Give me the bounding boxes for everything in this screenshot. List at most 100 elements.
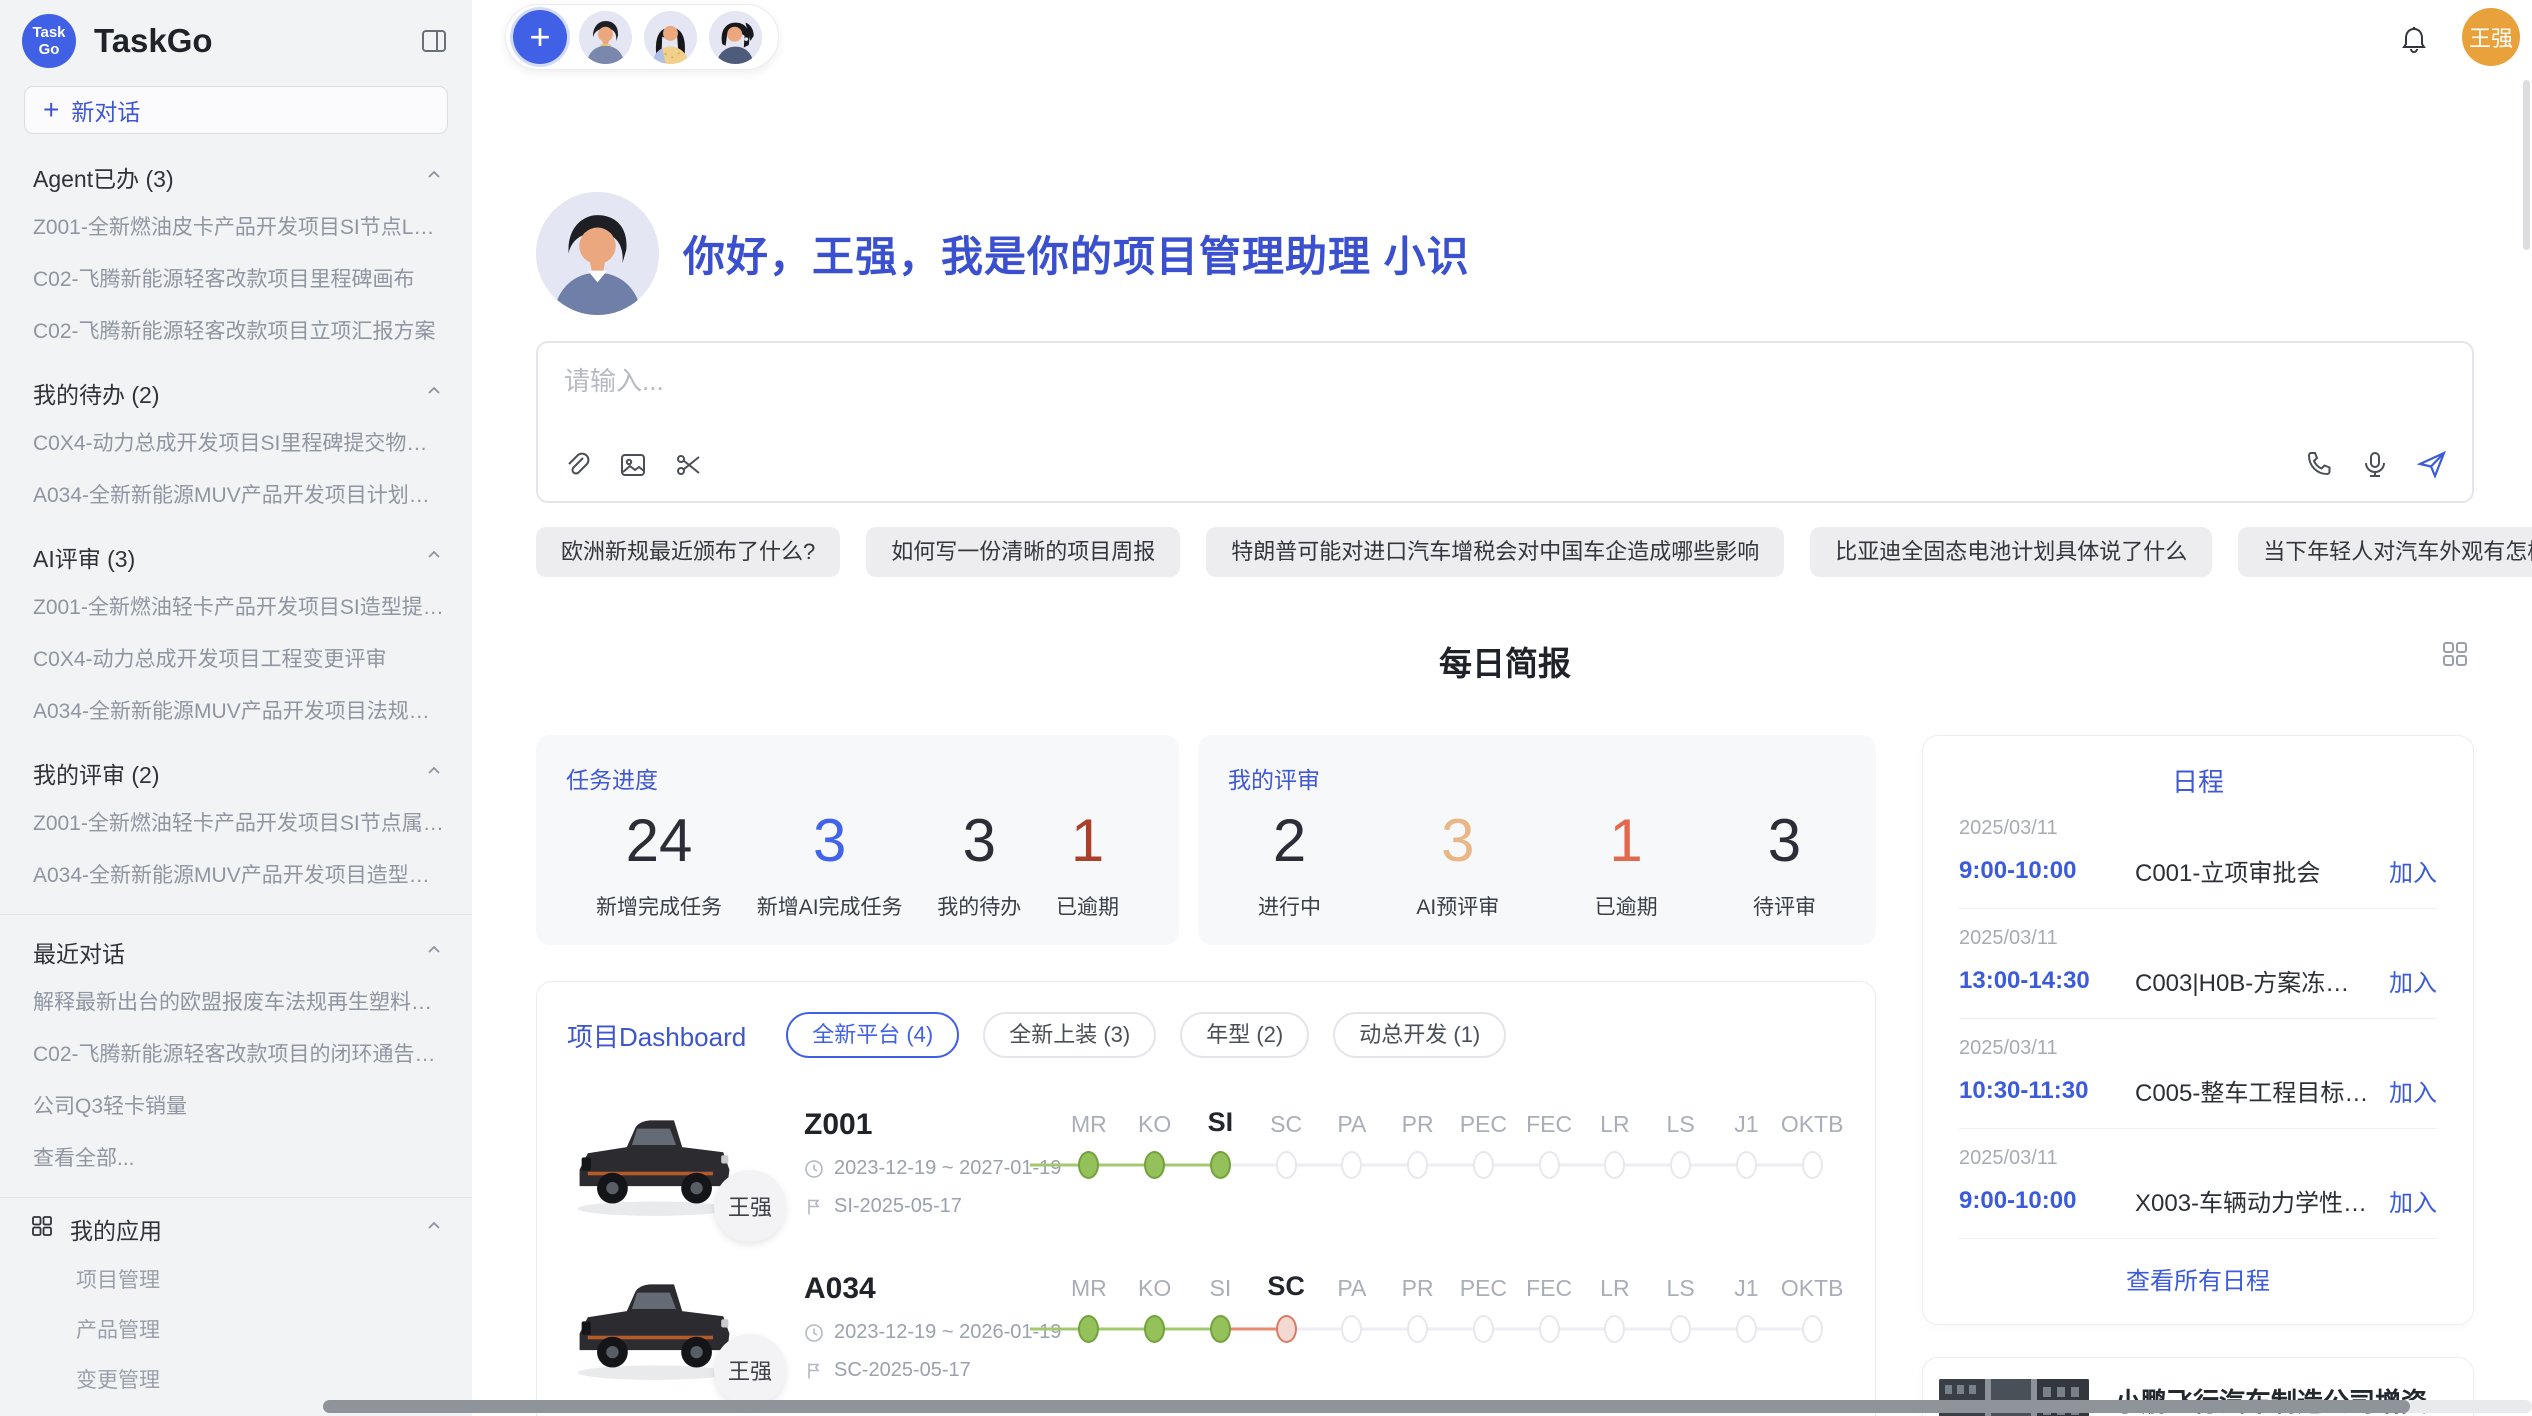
my-app-item[interactable]: 项目管理: [0, 1254, 472, 1304]
horizontal-scrollbar-track[interactable]: [323, 1400, 2532, 1413]
vertical-scrollbar[interactable]: [2523, 80, 2530, 250]
my-app-item[interactable]: 产品管理: [0, 1304, 472, 1354]
filter-pill[interactable]: 全新上装 (3): [983, 1012, 1156, 1058]
sidebar-task-item[interactable]: A034-全新新能源MUV产品开发项目法规符合性评审: [0, 684, 472, 736]
sidebar-section-header[interactable]: 我的待办 (2): [0, 356, 472, 416]
recent-conversation-item[interactable]: 公司Q3轻卡销量: [0, 1079, 472, 1131]
project-info: A0342023-12-19 ~ 2026-01-19SC-2025-05-17: [804, 1268, 1056, 1382]
add-agent-button[interactable]: +: [513, 10, 567, 64]
send-icon[interactable]: [2416, 448, 2448, 485]
schedule-date: 2025/03/11: [1959, 815, 2437, 841]
join-meeting-link[interactable]: 加入: [2389, 1183, 2437, 1218]
join-meeting-link[interactable]: 加入: [2389, 963, 2437, 998]
briefing-header: 每日简报: [536, 637, 2474, 685]
project-flag: SC-2025-05-17: [804, 1359, 1056, 1382]
stat-columns: 2进行中3AI预评审1已逾期3待评审: [1228, 803, 1846, 921]
chevron-up-icon[interactable]: [422, 759, 446, 788]
sidebar-section-header[interactable]: 我的评审 (2): [0, 736, 472, 796]
chevron-up-icon[interactable]: [422, 1214, 446, 1244]
attachment-icon[interactable]: [562, 450, 592, 485]
collapse-sidebar-icon[interactable]: [416, 23, 452, 59]
user-avatar[interactable]: 王强: [2462, 8, 2520, 66]
recent-header[interactable]: 最近对话: [0, 915, 472, 975]
view-all-link[interactable]: 查看全部...: [0, 1131, 472, 1183]
sidebar-task-item[interactable]: C02-飞腾新能源轻客改款项目里程碑画布: [0, 252, 472, 304]
sidebar-section-header[interactable]: AI评审 (3): [0, 520, 472, 580]
recent-conversation-item[interactable]: 解释最新出台的欧盟报废车法规再生塑料比例被调至15%...: [0, 975, 472, 1027]
suggestion-chips: 欧洲新规最近颁布了什么? 如何写一份清晰的项目周报特朗普可能对进口汽车增税会对中国…: [536, 527, 2474, 577]
my-app-item[interactable]: 变更管理: [0, 1354, 472, 1404]
project-owner-badge[interactable]: 王强: [714, 1334, 786, 1406]
milestone-dot: [1539, 1315, 1560, 1343]
filter-pill[interactable]: 全新平台 (4): [786, 1012, 959, 1058]
assistant-avatar: [536, 192, 659, 315]
milestone-label: PA: [1337, 1270, 1366, 1312]
stat-label: 已逾期: [1056, 891, 1119, 921]
milestone: LR: [1582, 1270, 1648, 1346]
milestone-dot: [1078, 1315, 1099, 1343]
milestone-track: MRKOSISCPAPRPECFECLRLSJ1OKTB: [1056, 1106, 1845, 1182]
milestone-label: OKTB: [1781, 1106, 1844, 1148]
chevron-up-icon[interactable]: [422, 163, 446, 192]
milestone-label: PR: [1402, 1270, 1434, 1312]
sidebar-task-item[interactable]: A034-全新新能源MUV产品开发项目造型可行性评审: [0, 848, 472, 900]
sidebar-task-item[interactable]: C0X4-动力总成开发项目SI里程碑提交物检查: [0, 416, 472, 468]
milestone-dot: [1210, 1151, 1231, 1179]
microphone-icon[interactable]: [2360, 449, 2390, 484]
sidebar-task-item[interactable]: A034-全新新能源MUV产品开发项目计划变更表编写: [0, 468, 472, 520]
milestone-label: PR: [1402, 1106, 1434, 1148]
milestone: PA: [1319, 1270, 1385, 1346]
sidebar-item-my-apps[interactable]: 我的应用: [0, 1198, 472, 1254]
stat-label: AI预评审: [1416, 891, 1499, 921]
stat-item: 1已逾期: [1595, 803, 1658, 921]
logo-text-top: Task: [32, 24, 65, 41]
avatar[interactable]: [709, 11, 762, 64]
left-column: 任务进度24新增完成任务3新增AI完成任务3我的待办1已逾期我的评审2进行中3A…: [536, 735, 1876, 1416]
phone-icon[interactable]: [2304, 449, 2334, 484]
app-logo: Task Go: [22, 14, 76, 68]
sidebar-task-item[interactable]: Z001-全新燃油皮卡产品开发项目SI节点Lesson Learn报告: [0, 200, 472, 252]
image-icon[interactable]: [618, 450, 648, 485]
layout-grid-icon[interactable]: [2440, 639, 2470, 674]
chat-input[interactable]: [564, 361, 2446, 437]
join-meeting-link[interactable]: 加入: [2389, 1073, 2437, 1108]
filter-pill[interactable]: 动总开发 (1): [1333, 1012, 1506, 1058]
suggestion-chip[interactable]: 欧洲新规最近颁布了什么?: [536, 527, 840, 577]
avatar[interactable]: [579, 11, 632, 64]
stats-cards: 任务进度24新增完成任务3新增AI完成任务3我的待办1已逾期我的评审2进行中3A…: [536, 735, 1876, 945]
milestone: LS: [1648, 1270, 1714, 1346]
horizontal-scrollbar-thumb[interactable]: [323, 1400, 2410, 1413]
suggestion-chip[interactable]: 比亚迪全固态电池计划具体说了什么: [1810, 527, 2212, 577]
schedule-row: 13:00-14:30C003|H0B-方案冻结评审加入: [1959, 963, 2437, 998]
stat-item: 3我的待办: [937, 803, 1021, 921]
sidebar-task-item[interactable]: C0X4-动力总成开发项目工程变更评审: [0, 632, 472, 684]
suggestion-chip[interactable]: 特朗普可能对进口汽车增税会对中国车企造成哪些影响: [1206, 527, 1784, 577]
milestone-dot: [1736, 1315, 1757, 1343]
sidebar-section-header[interactable]: Agent已办 (3): [0, 140, 472, 200]
schedule-row: 9:00-10:00X003-车辆动力学性能验...加入: [1959, 1183, 2437, 1218]
sidebar-task-item[interactable]: Z001-全新燃油轻卡产品开发项目SI节点属性5D文件评审: [0, 796, 472, 848]
new-chat-button[interactable]: + 新对话: [24, 86, 448, 134]
chevron-up-icon[interactable]: [422, 938, 446, 967]
milestone-dot: [1736, 1151, 1757, 1179]
avatar[interactable]: [644, 11, 697, 64]
chevron-up-icon[interactable]: [422, 379, 446, 408]
suggestion-chip[interactable]: 如何写一份清晰的项目周报: [866, 527, 1180, 577]
project-owner-badge[interactable]: 王强: [714, 1170, 786, 1242]
new-chat-label: 新对话: [71, 93, 140, 127]
filter-pill[interactable]: 年型 (2): [1180, 1012, 1309, 1058]
join-meeting-link[interactable]: 加入: [2389, 853, 2437, 888]
section-title: AI评审 (3): [33, 540, 422, 574]
milestone-label: J1: [1734, 1106, 1758, 1148]
sidebar-task-item[interactable]: C02-飞腾新能源轻客改款项目立项汇报方案: [0, 304, 472, 356]
suggestion-chip[interactable]: 当下年轻人对汽车外观有怎样的喜好趋势: [2238, 527, 2532, 577]
sidebar-task-item[interactable]: Z001-全新燃油轻卡产品开发项目SI造型提交物评审: [0, 580, 472, 632]
project-code: A034: [804, 1272, 1056, 1306]
milestone: SC: [1253, 1270, 1319, 1346]
recent-conversation-item[interactable]: C02-飞腾新能源轻客改款项目的闭环通告反馈情况: [0, 1027, 472, 1079]
scissors-icon[interactable]: [674, 450, 704, 485]
my-apps-list: 项目管理产品管理变更管理查看全部...: [0, 1254, 472, 1416]
notifications-bell-icon[interactable]: [2398, 24, 2430, 61]
view-all-schedule-link[interactable]: 查看所有日程: [1959, 1239, 2437, 1304]
chevron-up-icon[interactable]: [422, 543, 446, 572]
